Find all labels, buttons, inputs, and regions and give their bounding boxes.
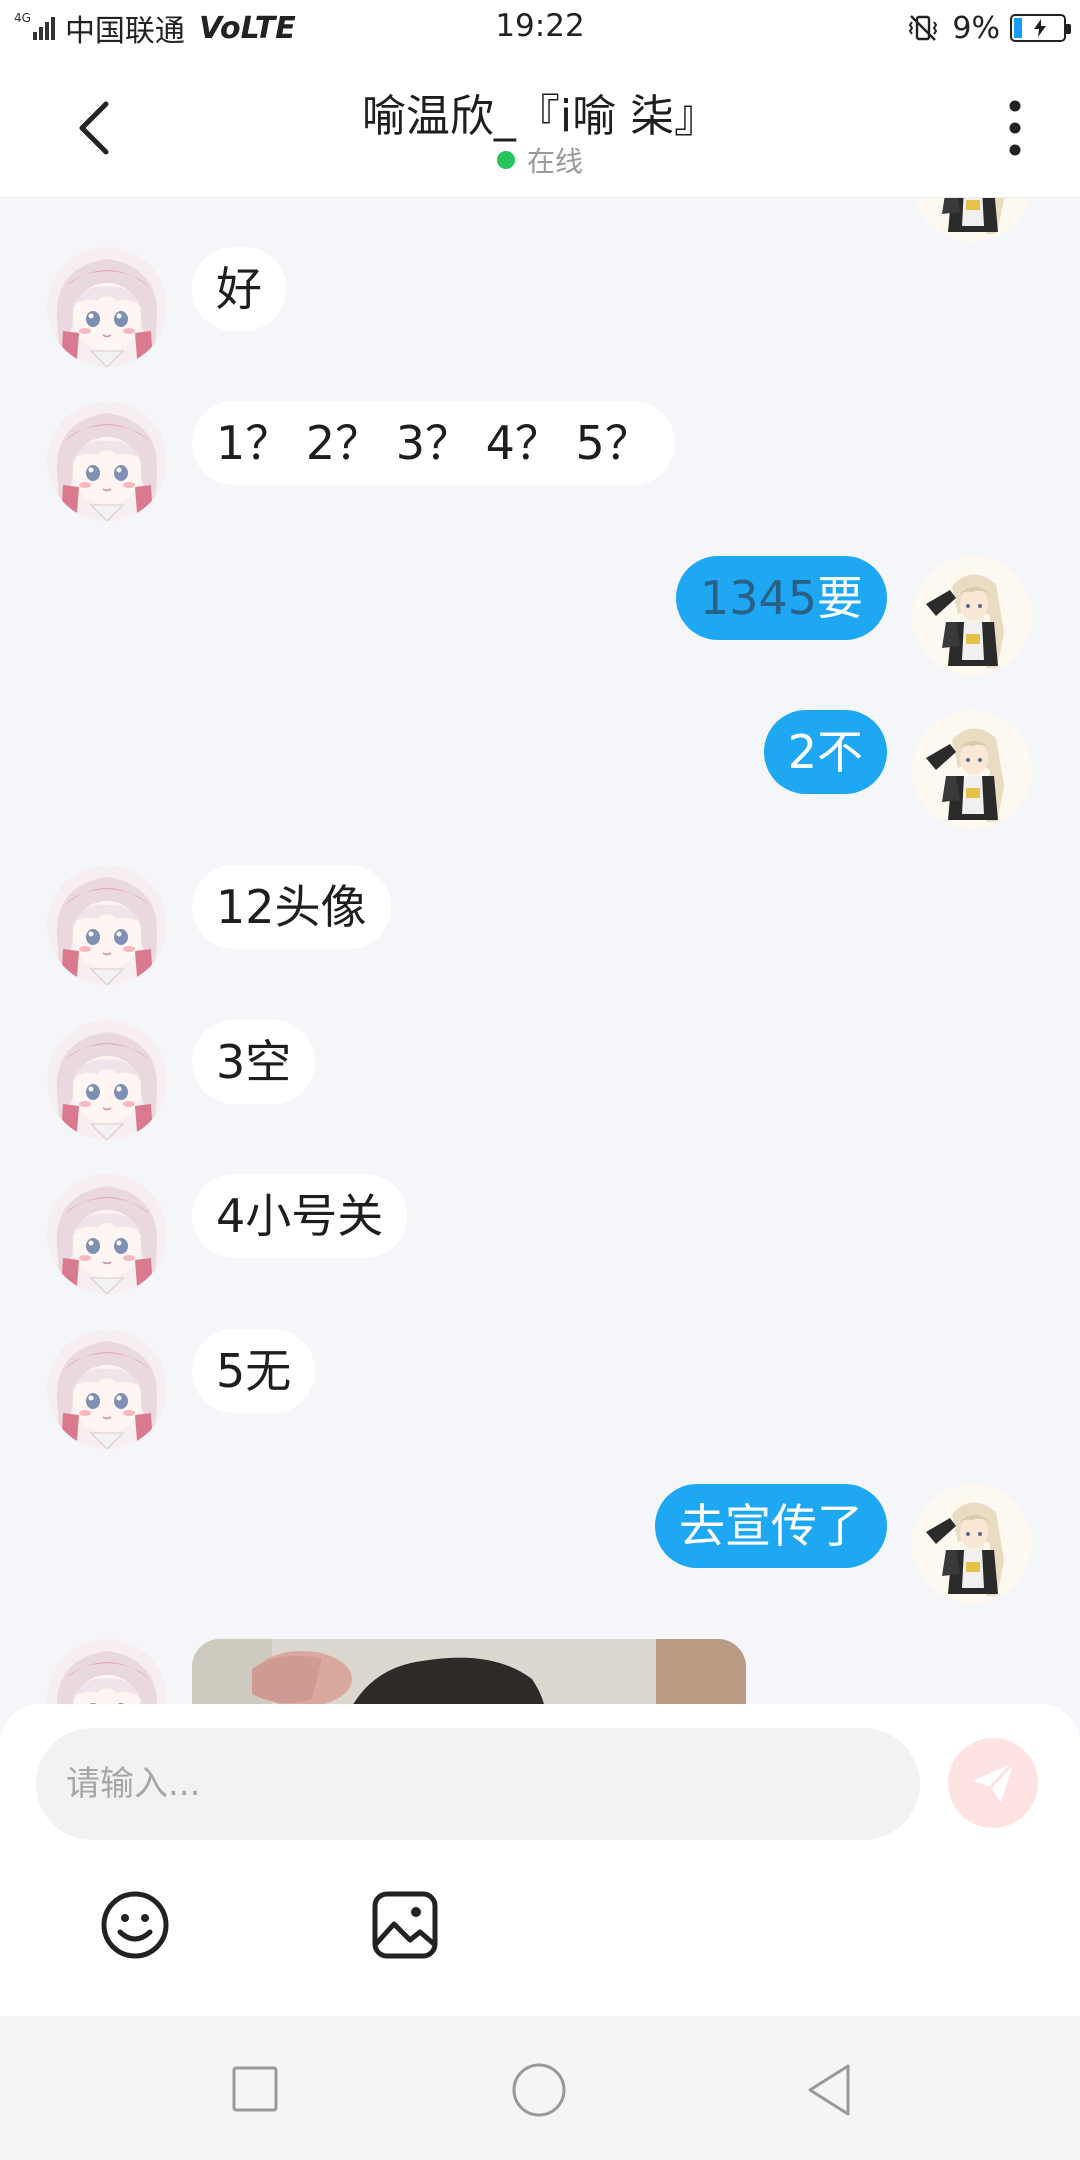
message-text: 要 <box>817 571 863 625</box>
my-avatar[interactable] <box>912 1484 1032 1604</box>
contact-avatar[interactable] <box>47 865 167 985</box>
message-bubble[interactable]: 3空 <box>192 1020 316 1104</box>
message-bubble[interactable]: 1345要 <box>675 556 887 640</box>
message-bubble[interactable]: 5无 <box>192 1329 316 1413</box>
status-right: 9% <box>908 8 1071 48</box>
send-button[interactable] <box>948 1738 1038 1828</box>
composer-panel <box>0 1704 1080 2016</box>
message-text-dim: 1345 <box>699 571 817 625</box>
chat-header: 喻温欣_『i喻 柒』 在线 <box>0 56 1080 198</box>
message-bubble[interactable]: 好 <box>192 247 286 331</box>
photo-thumbnail <box>192 1639 746 1704</box>
message-bubble[interactable]: 4小号关 <box>192 1174 408 1258</box>
chat-title: 喻温欣_『i喻 柒』 <box>361 91 719 142</box>
status-bar: 4G 中国联通 VoLTE 19:22 9% <box>0 0 1080 56</box>
message-list[interactable]: 好 1？ 2？ 3？ 4？ 5？ 1345要 2不 12头像 3空 4小号关 5… <box>0 198 1080 1704</box>
emoji-icon[interactable] <box>98 1888 172 1962</box>
message-bubble[interactable]: 1？ 2？ 3？ 4？ 5？ <box>192 401 675 485</box>
message-bubble[interactable]: 12头像 <box>192 865 391 949</box>
my-avatar[interactable] <box>912 556 1032 676</box>
online-dot-icon <box>496 151 515 169</box>
contact-avatar[interactable] <box>47 1639 167 1704</box>
message-input[interactable] <box>36 1728 920 1840</box>
contact-avatar[interactable] <box>47 401 167 521</box>
image-icon[interactable] <box>370 1888 440 1962</box>
more-vertical-icon[interactable] <box>990 96 1040 160</box>
message-bubble[interactable]: 2不 <box>763 710 887 794</box>
my-avatar[interactable] <box>912 710 1032 830</box>
battery-percent: 9% <box>952 10 1000 46</box>
recent-apps-icon[interactable] <box>230 2064 280 2114</box>
contact-avatar[interactable] <box>47 247 167 367</box>
home-icon[interactable] <box>511 2062 567 2118</box>
contact-avatar[interactable] <box>47 1174 167 1294</box>
my-avatar[interactable] <box>912 198 1032 242</box>
online-status: 在线 <box>0 140 1080 180</box>
image-message[interactable] <box>192 1639 746 1704</box>
back-triangle-icon[interactable] <box>804 2062 854 2118</box>
vibrate-icon <box>909 15 938 41</box>
send-icon <box>973 1761 1015 1803</box>
battery-charging-icon <box>1010 14 1071 42</box>
online-status-label: 在线 <box>526 145 583 178</box>
contact-avatar[interactable] <box>47 1329 167 1449</box>
system-nav-bar <box>0 2016 1080 2160</box>
message-bubble[interactable]: 去宣传了 <box>655 1484 887 1568</box>
contact-avatar[interactable] <box>47 1020 167 1140</box>
